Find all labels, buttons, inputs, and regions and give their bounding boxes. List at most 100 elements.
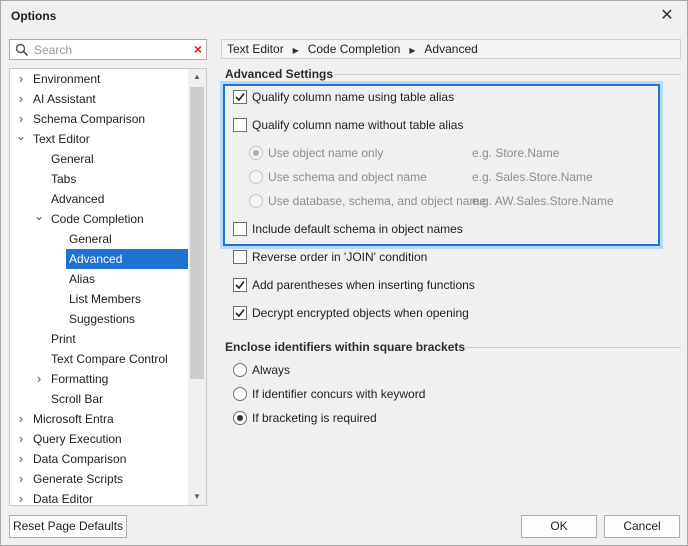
tree-item[interactable]: Text Compare Control [10, 349, 188, 369]
ok-button[interactable]: OK [521, 515, 597, 538]
radio-circle[interactable] [249, 170, 263, 184]
checkmark-icon [235, 93, 245, 102]
tree-item-label: Print [51, 332, 76, 346]
tree-item[interactable]: › Data Editor [10, 489, 188, 506]
include-default-schema-checkbox[interactable]: Include default schema in object names [233, 220, 533, 240]
scroll-up-icon[interactable]: ▲ [188, 69, 206, 85]
radio-concurs-with-keyword[interactable]: If identifier concurs with keyword [233, 385, 533, 405]
breadcrumb: Text Editor ▶ Code Completion ▶ Advanced [221, 39, 681, 59]
tree-item-label: Advanced [51, 192, 105, 206]
options-tree: › Environment › AI Assistant › Schema Compari… [9, 68, 207, 506]
tree-scrollbar[interactable]: ▲ ▼ [188, 69, 206, 505]
checkbox-box[interactable] [233, 250, 247, 264]
checkbox-label: Qualify column name using table alias [252, 90, 455, 104]
advanced-settings-title: Advanced Settings [225, 67, 334, 81]
tree-item[interactable]: Advanced [10, 189, 188, 209]
radio-label: If bracketing is required [252, 411, 377, 425]
checkbox-box[interactable] [233, 306, 247, 320]
tree-item[interactable]: Advanced [10, 249, 188, 269]
radio-dot [237, 415, 243, 421]
tree-item[interactable]: › Query Execution [10, 429, 188, 449]
tree-item[interactable]: › Schema Comparison [10, 109, 188, 129]
tree-item-label: Schema Comparison [33, 112, 146, 126]
tree-item[interactable]: Suggestions [10, 309, 188, 329]
chevron-right-icon[interactable]: › [16, 429, 26, 448]
decrypt-objects-checkbox[interactable]: Decrypt encrypted objects when opening [233, 304, 533, 324]
example-text: e.g. Store.Name [472, 146, 560, 160]
options-dialog: Options ✕ × › Environment › AI Assistant › Sc… [0, 0, 688, 546]
tree-item[interactable]: › Environment [10, 69, 188, 89]
chevron-down-icon[interactable]: ⌄ [34, 209, 44, 223]
checkbox-label: Add parentheses when inserting functions [252, 278, 475, 292]
scroll-thumb[interactable] [190, 87, 204, 379]
tree-item[interactable]: › Microsoft Entra [10, 409, 188, 429]
tree-item[interactable]: ⌄ Text Editor [10, 129, 188, 149]
checkbox-box[interactable] [233, 278, 247, 292]
radio-object-name-only[interactable]: Use object name only e.g. Store.Name [249, 144, 649, 164]
tree-item[interactable]: General [10, 149, 188, 169]
chevron-right-icon[interactable]: › [16, 89, 26, 108]
tree-item[interactable]: Print [10, 329, 188, 349]
tree-item-label: Microsoft Entra [33, 412, 114, 426]
cancel-button[interactable]: Cancel [604, 515, 680, 538]
tree-item-label: General [69, 232, 112, 246]
scroll-down-icon[interactable]: ▼ [188, 489, 206, 505]
breadcrumb-item: Text Editor [227, 42, 284, 56]
radio-schema-and-object-name[interactable]: Use schema and object name e.g. Sales.St… [249, 168, 649, 188]
checkbox-box[interactable] [233, 118, 247, 132]
radio-label: Always [252, 363, 291, 377]
clear-search-icon[interactable]: × [194, 41, 202, 57]
tree-item-label: Data Editor [33, 492, 94, 506]
chevron-right-icon[interactable]: › [16, 449, 26, 468]
tree-item[interactable]: Alias [10, 269, 188, 289]
checkbox-label: Qualify column name without table alias [252, 118, 464, 132]
checkmark-icon [235, 281, 245, 290]
search-input[interactable] [34, 42, 184, 57]
radio-label: If identifier concurs with keyword [252, 387, 426, 401]
radio-circle[interactable] [233, 387, 247, 401]
tree-item[interactable]: List Members [10, 289, 188, 309]
chevron-right-icon[interactable]: › [34, 369, 44, 388]
radio-label: Use database, schema, and object name [268, 194, 487, 208]
add-parentheses-checkbox[interactable]: Add parentheses when inserting functions [233, 276, 533, 296]
tree-item[interactable]: Scroll Bar [10, 389, 188, 409]
tree-item-label: Alias [69, 272, 96, 286]
tree-item[interactable]: › AI Assistant [10, 89, 188, 109]
radio-always[interactable]: Always [233, 361, 533, 381]
reset-defaults-button[interactable]: Reset Page Defaults [9, 515, 127, 538]
chevron-right-icon[interactable]: › [16, 409, 26, 428]
tree-item-label: List Members [69, 292, 142, 306]
radio-circle[interactable] [249, 146, 263, 160]
breadcrumb-item: Code Completion [307, 42, 401, 56]
chevron-right-icon[interactable]: › [16, 489, 26, 505]
checkmark-icon [235, 309, 245, 318]
chevron-right-icon[interactable]: › [16, 469, 26, 488]
tree-item-label: General [51, 152, 94, 166]
tree-item-label: Advanced [66, 249, 188, 269]
tree-item[interactable]: General [10, 229, 188, 249]
tree-item[interactable]: ⌄ Code Completion [10, 209, 188, 229]
radio-circle[interactable] [233, 411, 247, 425]
radio-bracketing-required[interactable]: If bracketing is required [233, 409, 533, 429]
chevron-right-icon[interactable]: › [16, 109, 26, 128]
tree-item[interactable]: › Generate Scripts [10, 469, 188, 489]
radio-dot [253, 150, 259, 156]
tree-item[interactable]: › Data Comparison [10, 449, 188, 469]
radio-database-schema-object-name[interactable]: Use database, schema, and object name e.… [249, 192, 649, 212]
radio-label: Use object name only [268, 146, 384, 160]
section-divider [465, 347, 681, 348]
tree-item[interactable]: Tabs [10, 169, 188, 189]
chevron-down-icon[interactable]: ⌄ [16, 129, 26, 143]
checkbox-box[interactable] [233, 90, 247, 104]
reverse-join-checkbox[interactable]: Reverse order in 'JOIN' condition [233, 248, 533, 268]
close-icon[interactable]: ✕ [657, 6, 677, 26]
radio-circle[interactable] [249, 194, 263, 208]
qualify-without-alias-checkbox[interactable]: Qualify column name without table alias [233, 116, 533, 136]
qualify-with-alias-checkbox[interactable]: Qualify column name using table alias [233, 88, 533, 108]
chevron-right-icon[interactable]: › [16, 69, 26, 88]
radio-circle[interactable] [233, 363, 247, 377]
radio-label: Use schema and object name [268, 170, 427, 184]
tree-item[interactable]: › Formatting [10, 369, 188, 389]
search-box[interactable]: × [9, 39, 207, 60]
checkbox-box[interactable] [233, 222, 247, 236]
